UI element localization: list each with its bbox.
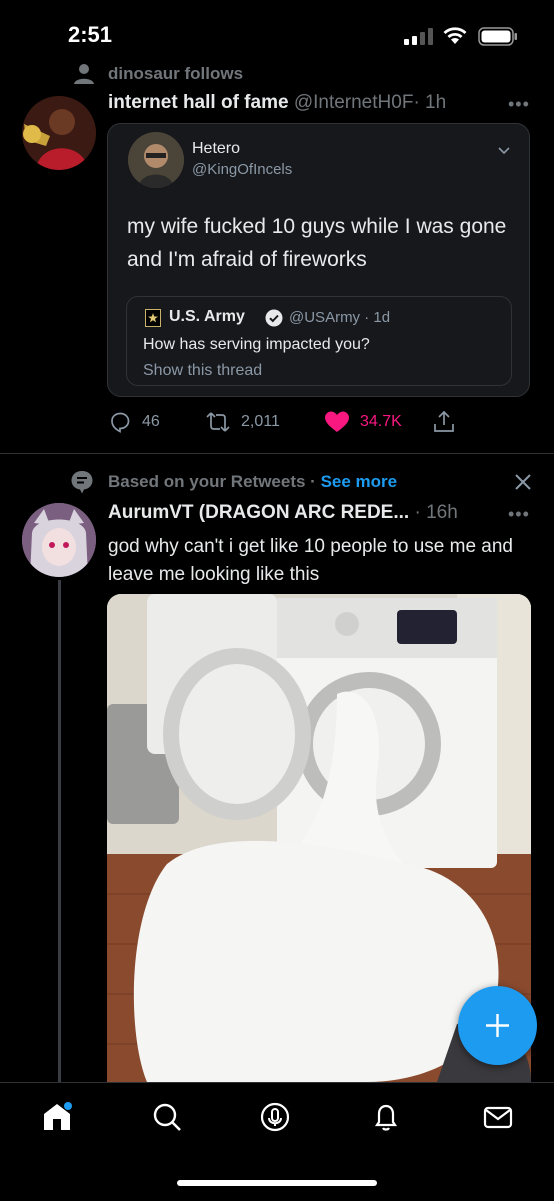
author-name[interactable]: internet hall of fame <box>108 92 289 113</box>
divider <box>0 453 554 454</box>
close-icon[interactable] <box>513 472 533 492</box>
share-icon <box>434 410 454 432</box>
timestamp: · 1h <box>413 92 447 113</box>
spaces-icon[interactable] <box>259 1101 291 1133</box>
plus-icon <box>486 1014 509 1037</box>
nested-text: How has serving impacted you? <box>143 336 370 353</box>
compose-tweet-button[interactable] <box>458 986 537 1065</box>
recommendation-context: Based on your Retweets · See more <box>108 472 397 492</box>
verified-icon <box>265 309 283 327</box>
see-more-link[interactable]: See more <box>321 472 398 491</box>
tweet-text: god why can't i get like 10 people to us… <box>108 536 514 585</box>
battery-icon <box>478 27 517 46</box>
like-button[interactable]: 34.7K <box>324 410 402 434</box>
retweet-icon <box>206 412 230 432</box>
like-count: 34.7K <box>360 413 402 430</box>
tweet-header: AurumVT (DRAGON ARC REDE... · 16h <box>108 502 458 524</box>
nested-author-handle: @USArmy · 1d <box>289 309 391 326</box>
reply-icon <box>111 412 130 433</box>
home-icon[interactable] <box>41 1101 73 1133</box>
home-indicator <box>177 1180 377 1186</box>
retweet-button[interactable]: 2,011 <box>205 410 280 434</box>
show-thread-link[interactable]: Show this thread <box>143 362 262 380</box>
person-icon <box>74 64 94 84</box>
avatar[interactable] <box>22 96 96 170</box>
quote-text: my wife fucked 10 guys while I was gone … <box>127 215 507 271</box>
reply-count: 46 <box>142 413 160 430</box>
quote-tweet-card[interactable]: Hetero @KingOfIncels my wife fucked 10 g… <box>107 123 530 397</box>
signal-icon <box>404 28 433 45</box>
bell-icon[interactable] <box>370 1101 402 1133</box>
search-icon[interactable] <box>151 1101 183 1133</box>
mail-icon[interactable] <box>482 1101 514 1133</box>
army-logo <box>145 309 161 327</box>
thread-line <box>58 580 61 1082</box>
quote-author-handle: @KingOfIncels <box>192 161 293 178</box>
avatar[interactable] <box>22 503 96 577</box>
reply-button[interactable]: 46 <box>108 410 160 434</box>
social-context[interactable]: dinosaur follows <box>108 64 243 84</box>
timestamp: · 16h <box>414 502 458 523</box>
status-bar: 2:51 <box>0 0 554 66</box>
author-handle[interactable]: @InternetH0F <box>294 92 414 113</box>
nested-quote-card[interactable]: U.S. Army @USArmy · 1d How has serving i… <box>126 296 512 386</box>
nested-author-name: U.S. Army <box>169 308 245 325</box>
chevron-down-icon[interactable] <box>496 142 512 158</box>
clock: 2:51 <box>68 22 113 47</box>
more-options-button[interactable]: ••• <box>508 504 530 525</box>
quote-avatar <box>128 132 184 188</box>
quote-author-name: Hetero <box>192 140 241 157</box>
wifi-icon <box>443 27 467 44</box>
tweet-header: internet hall of fame @InternetH0F· 1h <box>108 92 446 114</box>
heart-icon <box>325 411 349 432</box>
context-text: Based on your Retweets · <box>108 472 316 491</box>
more-options-button[interactable]: ••• <box>508 94 530 115</box>
retweet-count: 2,011 <box>241 413 280 430</box>
share-button[interactable] <box>432 410 456 434</box>
topic-icon <box>71 471 93 494</box>
author-name[interactable]: AurumVT (DRAGON ARC REDE... <box>108 502 409 523</box>
